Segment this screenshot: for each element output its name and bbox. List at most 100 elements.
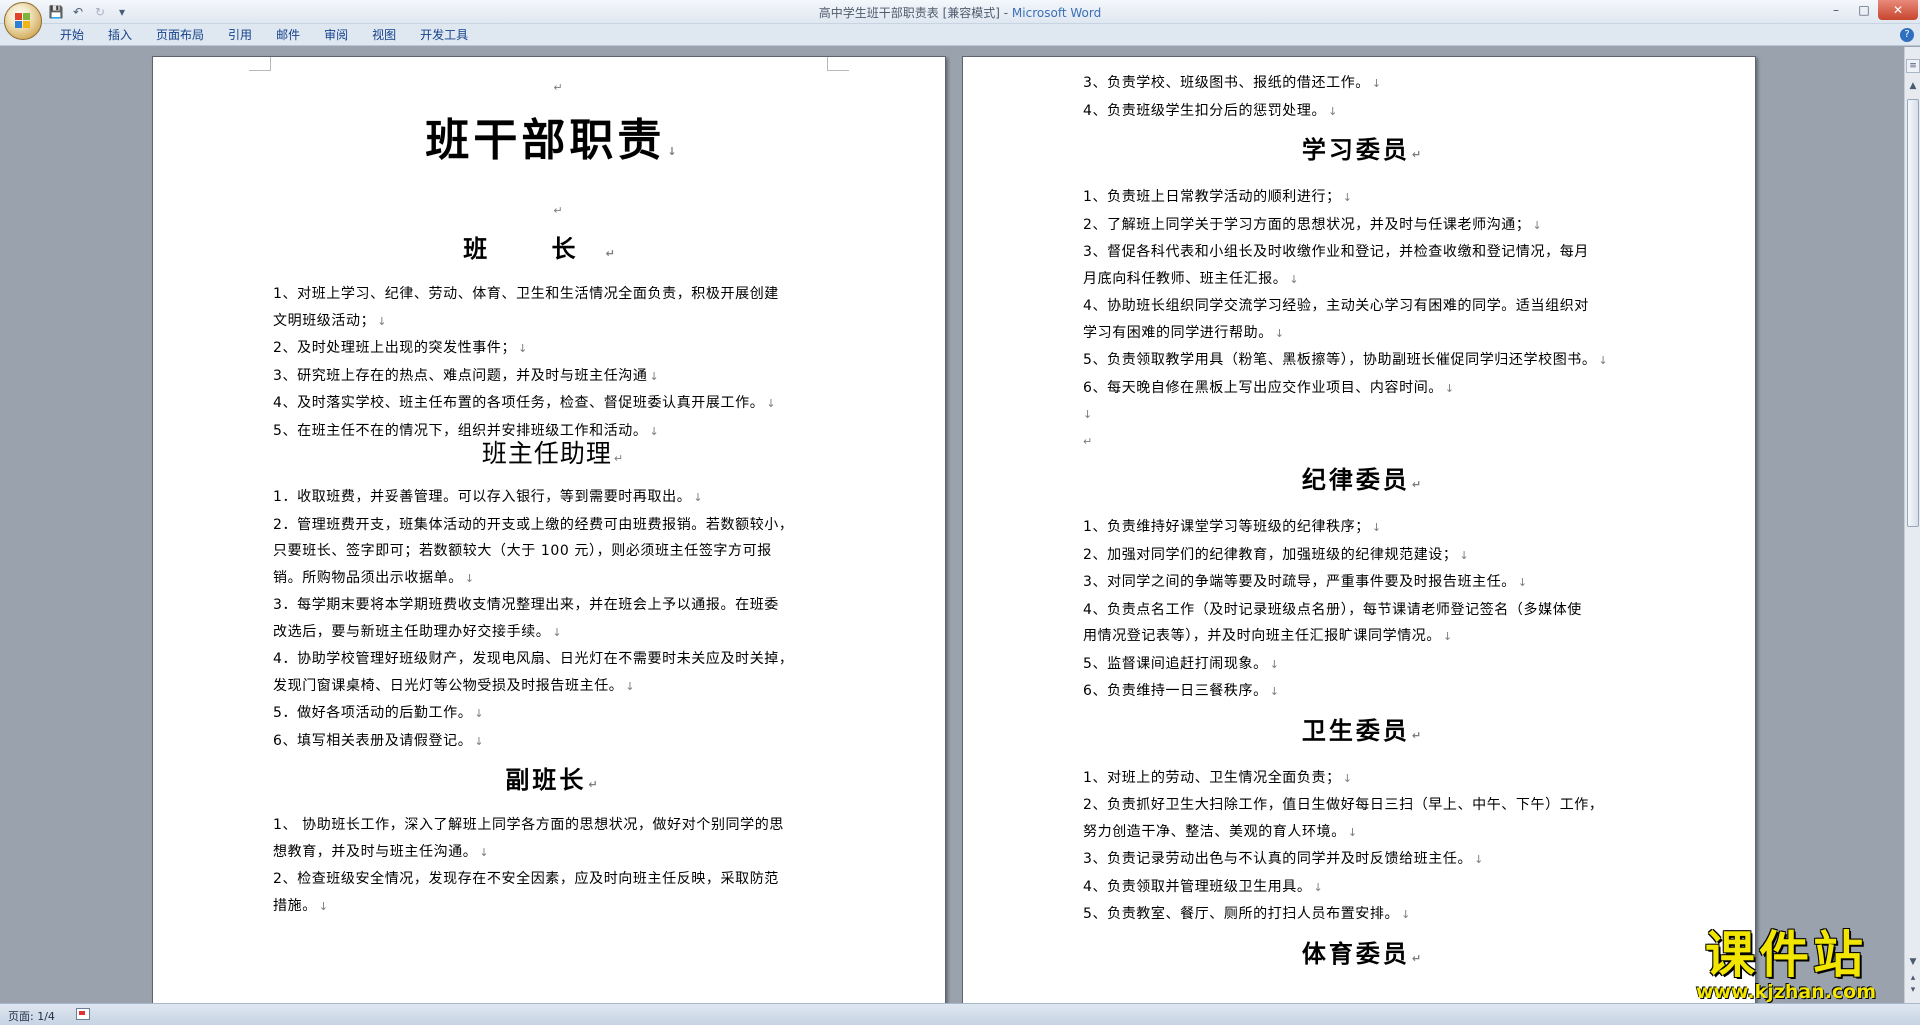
view-ruler-icon[interactable]: ≡ xyxy=(1906,59,1920,73)
paragraph-mark: ↓ xyxy=(474,707,485,720)
list-item: 5、负责领取教学用具（粉笔、黑板擦等），协助副班长催促同学归还学校图书。 ↓ xyxy=(1083,347,1643,375)
minimize-icon[interactable]: – xyxy=(1822,0,1850,20)
list-item-text: 6、每天晚自修在黑板上写出应交作业项目、内容时间。 xyxy=(1083,379,1443,396)
section-heading-text: 班 长 xyxy=(463,235,604,263)
scrollbar-thumb[interactable] xyxy=(1907,99,1919,527)
list-item-text: 努力创造干净、整洁、美观的育人环境。 xyxy=(1083,823,1346,840)
ribbon-tabs: 开始 插入 页面布局 引用 邮件 审阅 视图 开发工具 xyxy=(0,24,1920,46)
list-item: 3、督促各科代表和小组长及时收缴作业和登记，并检查收缴和登记情况，每月 xyxy=(1083,239,1643,266)
tab-0[interactable]: 开始 xyxy=(52,27,100,43)
list-item-text: 4、及时落实学校、班主任布置的各项任务，检查、督促班委认真开展工作。 xyxy=(273,395,765,411)
tab-2[interactable]: 页面布局 xyxy=(148,27,220,43)
list-item-text: 4、负责班级学生扣分后的惩罚处理。 xyxy=(1083,102,1327,119)
section-heading-text: 副班长 xyxy=(505,766,587,794)
list-item-text: 6、负责维持一日三餐秩序。 xyxy=(1083,683,1268,699)
list-item: 6、负责维持一日三餐秩序。 ↓ xyxy=(1083,678,1643,706)
office-button[interactable] xyxy=(4,2,42,40)
window-title: 高中学生班干部职责表 [兼容模式] - Microsoft Word xyxy=(0,4,1920,21)
status-bar: 页面: 1/4 xyxy=(0,1003,1920,1025)
next-page-icon[interactable]: ▾ xyxy=(1907,985,1919,997)
document-title-text: 班干部职责 xyxy=(425,115,666,166)
list-item: 4、负责领取并管理班级卫生用具。 ↓ xyxy=(1083,874,1643,902)
help-icon[interactable]: ? xyxy=(1900,28,1914,42)
list-item-text: 1、 协助班长工作，深入了解班上同学各方面的思想状况，做好对个别同学的思 xyxy=(273,817,784,833)
watermark-url: www.kjzhan.com xyxy=(1695,981,1877,1003)
paragraph-mark: ↵ xyxy=(588,778,601,791)
list-item: 5．做好各项活动的后勤工作。 ↓ xyxy=(273,700,833,728)
proofing-status-icon[interactable] xyxy=(76,1008,90,1020)
list-item-text: 销。所购物品须出示收据单。 xyxy=(273,569,463,586)
paragraph-mark: ↵ xyxy=(1411,478,1425,491)
list-item: 6、填写相关表册及请假登记。 ↓ xyxy=(273,728,833,756)
list-item: 发现门窗课桌椅、日光灯等公物受损及时报告班主任。 ↓ xyxy=(273,673,833,701)
vertical-scrollbar[interactable]: ≡ ▲ ▼ ▴ ▾ xyxy=(1904,47,1920,1003)
list-item-text: 2．管理班费开支，班集体活动的开支或上缴的经费可由班费报销。若数额较小， xyxy=(273,516,794,533)
tab-1[interactable]: 插入 xyxy=(100,27,148,43)
list-item: 文明班级活动； ↓ xyxy=(273,308,833,336)
paragraph-mark: ↵ xyxy=(613,452,625,465)
paragraph-mark: ↓ xyxy=(1328,104,1338,118)
empty-paragraph: ↵ xyxy=(553,81,563,94)
list-item: 1、 协助班长工作，深入了解班上同学各方面的思想状况，做好对个别同学的思 xyxy=(273,812,833,839)
maximize-icon[interactable]: □ xyxy=(1850,0,1878,20)
list-item-text: 3、负责学校、班级图书、报纸的借还工作。 xyxy=(1083,75,1370,91)
list-item-text: 3、负责记录劳动出色与不认真的同学并及时反馈给班主任。 xyxy=(1083,851,1473,867)
section-heading: 副班长 ↵ xyxy=(273,757,833,808)
paragraph-mark: ↓ xyxy=(1532,218,1543,232)
paragraph-mark: ↓ xyxy=(649,369,660,383)
list-item: 努力创造干净、整洁、美观的育人环境。 ↓ xyxy=(1083,819,1643,847)
page-1[interactable]: ↵ 班干部职责 ↓ ↵ 班 长 ↵ 1、对班上学习、纪律、劳动、体育、卫生和生活情况全面负责… xyxy=(152,56,946,1003)
tab-4[interactable]: 邮件 xyxy=(268,27,316,43)
title-bar: 💾 ↶ ↻ ▾ 高中学生班干部职责表 [兼容模式] - Microsoft Wo… xyxy=(0,0,1920,40)
list-item-text: 月底向科任教师、班主任汇报。 xyxy=(1083,270,1288,287)
list-item: 2、了解班上同学关于学习方面的思想状况，并及时与任课老师沟通； ↓ xyxy=(1083,212,1643,240)
list-item: 3、负责记录劳动出色与不认真的同学并及时反馈给班主任。 ↓ xyxy=(1083,846,1643,874)
paragraph-mark: ↵ xyxy=(605,247,643,260)
tab-7[interactable]: 开发工具 xyxy=(412,27,484,43)
list-item: 5、监督课间追赶打闹现象。 ↓ xyxy=(1083,651,1643,679)
close-icon[interactable]: ✕ xyxy=(1878,0,1918,20)
section-heading-text: 体育委员 xyxy=(1301,939,1410,968)
list-item: 措施。 ↓ xyxy=(273,893,833,921)
list-item-text: 4、负责领取并管理班级卫生用具。 xyxy=(1083,878,1312,895)
scroll-up-icon[interactable]: ▲ xyxy=(1907,81,1919,93)
document-workspace: ↵ 班干部职责 ↓ ↵ 班 长 ↵ 1、对班上学习、纪律、劳动、体育、卫生和生活情况全面负责… xyxy=(0,47,1904,1003)
section-heading: 班 长 ↵ xyxy=(273,226,833,277)
paragraph-mark: ↓ xyxy=(1342,771,1353,785)
list-item-text: 5、负责领取教学用具（粉笔、黑板擦等），协助副班长催促同学归还学校图书。 xyxy=(1083,352,1597,368)
list-item: 6、每天晚自修在黑板上写出应交作业项目、内容时间。 ↓ xyxy=(1083,375,1643,403)
list-item-text: 1．收取班费，并妥善管理。可以存入银行，等到需要时再取出。 xyxy=(273,489,692,505)
list-item: 用情况登记表等），并及时向班主任汇报旷课同学情况。 ↓ xyxy=(1083,623,1643,651)
tab-6[interactable]: 视图 xyxy=(364,27,412,43)
section-heading-text: 纪律委员 xyxy=(1301,466,1410,494)
paragraph-mark: ↓ xyxy=(1443,630,1453,643)
list-item: 1．收取班费，并妥善管理。可以存入银行，等到需要时再取出。 ↓ xyxy=(273,484,833,512)
paragraph-mark: ↓ xyxy=(1274,326,1285,340)
list-item: 3、研究班上存在的热点、难点问题，并及时与班主任沟通 ↓ xyxy=(273,363,833,391)
list-item-text: 3、研究班上存在的热点、难点问题，并及时与班主任沟通 xyxy=(273,367,648,384)
window-controls: – □ ✕ xyxy=(1822,0,1918,20)
list-item-text: 1、对班上学习、纪律、劳动、体育、卫生和生活情况全面负责，积极开展创建 xyxy=(273,286,779,302)
paragraph-mark: ↵ xyxy=(1411,951,1425,965)
list-item-text: 3．每学期末要将本学期班费收支情况整理出来，并在班会上予以通报。在班委 xyxy=(273,597,779,613)
list-item: 只要班长、签字即可；若数额较大（大于 100 元），则必须班主任签字方可报 xyxy=(273,538,833,565)
section-heading: 卫生委员 ↵ xyxy=(1083,708,1643,759)
paragraph-mark: ↵ xyxy=(1411,728,1425,742)
paragraph-mark: ↓ xyxy=(479,845,490,859)
paragraph-mark: ↓ xyxy=(1371,77,1382,90)
list-item-text: 改选后，要与新班主任助理办好交接手续。 xyxy=(273,623,551,640)
scroll-down-icon[interactable]: ▼ xyxy=(1907,957,1919,969)
empty-paragraph: ↓ xyxy=(1083,408,1093,421)
document-title: 班干部职责 ↓ xyxy=(273,111,833,182)
list-item-text: 2、及时处理班上出现的突发性事件； xyxy=(273,340,517,356)
section-heading: 学习委员 ↵ xyxy=(1083,127,1643,178)
list-item: 4、负责班级学生扣分后的惩罚处理。 ↓ xyxy=(1083,98,1643,126)
page-count[interactable]: 页面: 1/4 xyxy=(8,1008,55,1024)
list-item: 4、负责点名工作（及时记录班级点名册），每节课请老师登记签名（多媒体使 xyxy=(1083,597,1643,624)
paragraph-mark: ↓ xyxy=(1444,381,1455,395)
section-heading-text: 班主任助理 xyxy=(481,439,612,468)
previous-page-icon[interactable]: ▴ xyxy=(1907,973,1919,985)
tab-5[interactable]: 审阅 xyxy=(316,27,364,43)
page-2[interactable]: 3、负责学校、班级图书、报纸的借还工作。 ↓ 4、负责班级学生扣分后的惩罚处理。 ↓ 学… xyxy=(962,56,1756,1003)
tab-3[interactable]: 引用 xyxy=(220,27,268,43)
